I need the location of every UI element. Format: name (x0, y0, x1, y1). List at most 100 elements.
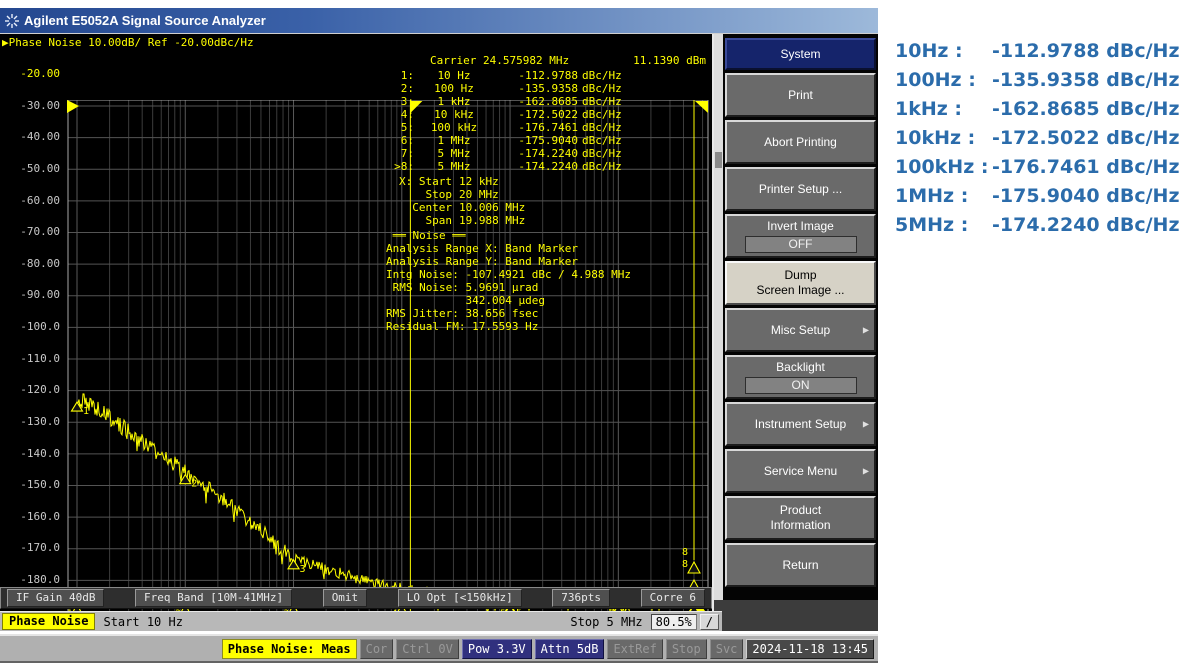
y-axis-label: -150.0 (0, 478, 60, 491)
y-axis-label: -140.0 (0, 447, 60, 460)
phase-noise-plot[interactable]: 123456788123456 (66, 100, 712, 611)
y-axis-label: -120.0 (0, 383, 60, 396)
menu-item-label: Print (788, 88, 813, 103)
submenu-arrow-icon: ▶ (863, 417, 869, 432)
menu-item-label: Information (770, 518, 830, 533)
y-axis-label: -80.00 (0, 257, 60, 270)
hardware-setting-box: LO Opt [<150kHz] (398, 589, 522, 607)
marker-readout-cell: dBc/Hz (582, 69, 634, 82)
softkey-menu: System Print Abort Printing Printer Setup .… (712, 34, 878, 631)
menu-item-print[interactable]: Print (725, 73, 876, 117)
menu-item-label: System (780, 47, 820, 62)
sweep-progress: 80.5% (651, 614, 697, 630)
carrier-frequency: Carrier 24.575982 MHz (430, 54, 569, 67)
marker-readout-cell: -135.9358 (494, 82, 582, 95)
submenu-arrow-icon: ▶ (863, 323, 869, 338)
status-segment: Svc (710, 639, 744, 659)
menu-item-value: OFF (745, 236, 857, 253)
status-segment: Pow 3.3V (462, 639, 532, 659)
menu-item-product-information[interactable]: ProductInformation (725, 496, 876, 540)
instrument-screen: ▶Phase Noise 10.00dB/ Ref -20.00dBc/Hz -… (0, 33, 878, 630)
sweep-start-label: Start 10 Hz (103, 615, 182, 629)
menu-item-return[interactable]: Return (725, 543, 876, 587)
agilent-sunburst-icon (0, 13, 24, 29)
summary-line: 10Hz :-112.9788 dBc/Hz (895, 36, 1201, 65)
menu-item-label: Instrument Setup (755, 417, 846, 432)
hardware-setting-box: 736pts (552, 589, 610, 607)
svg-text:3: 3 (300, 564, 306, 575)
window-title-bar[interactable]: Agilent E5052A Signal Source Analyzer (0, 8, 878, 33)
menu-item-label: Invert Image (767, 219, 834, 234)
carrier-power: 11.1390 dBm (633, 54, 706, 67)
sweep-indicator: / (700, 614, 719, 630)
hardware-setting-box: Corre 6 (641, 589, 705, 607)
marker-readout-cell: 1: (388, 69, 414, 82)
menu-item-label: Backlight (776, 360, 825, 375)
menu-item-value: ON (745, 377, 857, 394)
y-axis-label: -170.0 (0, 541, 60, 554)
summary-line: 10kHz :-172.5022 dBc/Hz (895, 123, 1201, 152)
menu-item-backlight[interactable]: Backlight ON (725, 355, 876, 399)
y-axis-label: -40.00 (0, 130, 60, 143)
hardware-setting-box: Freq Band [10M-41MHz] (135, 589, 292, 607)
y-axis-label: -160.0 (0, 510, 60, 523)
display-area: ▶Phase Noise 10.00dB/ Ref -20.00dBc/Hz -… (0, 34, 712, 611)
menu-item-dump-screen-image[interactable]: DumpScreen Image ... (725, 261, 876, 305)
menu-item-abort-printing[interactable]: Abort Printing (725, 120, 876, 164)
menu-item-instrument-setup[interactable]: Instrument Setup ▶ (725, 402, 876, 446)
svg-text:1: 1 (83, 406, 89, 417)
menu-item-label: Dump (784, 268, 816, 283)
y-axis-label: -130.0 (0, 415, 60, 428)
svg-text:8: 8 (682, 559, 688, 570)
status-segment: Cor (360, 639, 394, 659)
y-axis-label: -30.00 (0, 99, 60, 112)
menu-item-label: Screen Image ... (756, 283, 844, 298)
summary-line: 100Hz :-135.9358 dBc/Hz (895, 65, 1201, 94)
hardware-setting-box: IF Gain 40dB (7, 589, 104, 607)
status-segment: 2024-11-18 13:45 (746, 639, 874, 659)
marker-readout-cell: 100 Hz (414, 82, 494, 95)
menu-item-misc-setup[interactable]: Misc Setup▶ (725, 308, 876, 352)
trace-select-arrow-icon: ▶ (2, 36, 9, 49)
sweep-stop-label: Stop 5 MHz (570, 615, 642, 629)
status-segment: Attn 5dB (535, 639, 605, 659)
phase-noise-summary-notes: 10Hz :-112.9788 dBc/Hz100Hz :-135.9358 d… (895, 36, 1201, 239)
trace-header[interactable]: ▶Phase Noise 10.00dB/ Ref -20.00dBc/Hz (2, 36, 254, 49)
mode-chip[interactable]: Phase Noise (2, 613, 95, 630)
menu-item-label: Product (780, 503, 821, 518)
y-axis-label: -90.00 (0, 288, 60, 301)
svg-text:2: 2 (191, 479, 197, 490)
y-axis-label: -50.00 (0, 162, 60, 175)
y-axis-label: -20.00 (0, 67, 60, 80)
menu-item-service-menu[interactable]: Service Menu ▶ (725, 449, 876, 493)
y-axis-label: -180.0 (0, 573, 60, 586)
svg-text:8: 8 (682, 547, 688, 558)
status-segment: Stop (666, 639, 707, 659)
menu-item-label: Abort Printing (764, 135, 837, 150)
y-axis-label: -70.00 (0, 225, 60, 238)
menu-footer (714, 600, 878, 631)
menu-scrollbar[interactable] (714, 34, 723, 631)
status-segment: ExtRef (607, 639, 662, 659)
status-segment: Phase Noise: Meas (222, 639, 357, 659)
y-axis-label: -100.0 (0, 320, 60, 333)
marker-readout-cell: 10 Hz (414, 69, 494, 82)
summary-line: 5MHz :-174.2240 dBc/Hz (895, 210, 1201, 239)
marker-readout-cell: -112.9788 (494, 69, 582, 82)
marker-readout-cell: dBc/Hz (582, 82, 634, 95)
menu-item-invert-image[interactable]: Invert Image OFF (725, 214, 876, 258)
page: Agilent E5052A Signal Source Analyzer ▶P… (0, 0, 1203, 668)
menu-item-system[interactable]: System (725, 38, 876, 70)
y-axis-label: -110.0 (0, 352, 60, 365)
window-title: Agilent E5052A Signal Source Analyzer (24, 13, 266, 28)
carrier-readout: Carrier 24.575982 MHz 11.1390 dBm (430, 54, 706, 67)
measurement-mode-bar: Phase Noise Start 10 Hz Stop 5 MHz 80.5%… (0, 611, 722, 631)
y-axis-label: -60.00 (0, 194, 60, 207)
menu-item-label: Printer Setup ... (759, 182, 842, 197)
menu-item-label: Return (782, 558, 818, 573)
menu-item-printer-setup[interactable]: Printer Setup ... (725, 167, 876, 211)
menu-scrollbar-handle[interactable] (715, 152, 722, 168)
menu-item-label: Service Menu (764, 464, 837, 479)
marker-readout-cell: 2: (388, 82, 414, 95)
submenu-arrow-icon: ▶ (863, 464, 869, 479)
